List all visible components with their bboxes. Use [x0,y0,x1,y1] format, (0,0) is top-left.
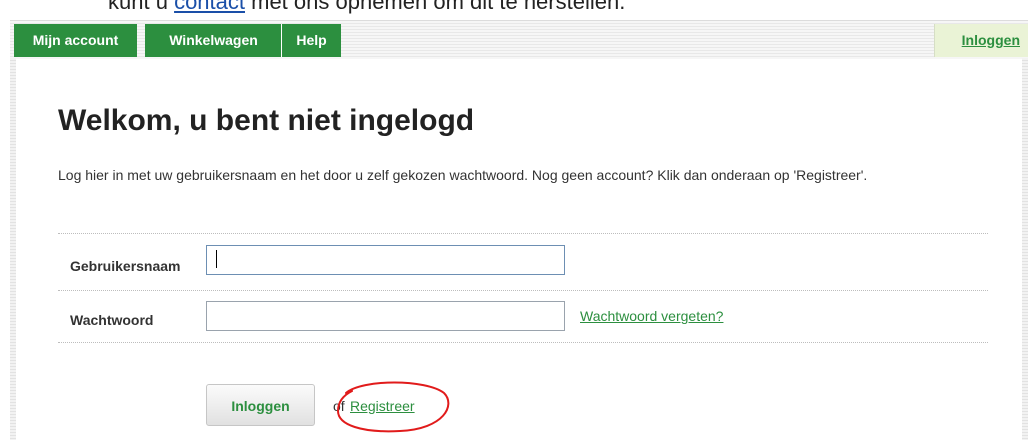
nav-login-link[interactable]: Inloggen [962,24,1020,57]
divider [58,233,988,234]
divider [58,342,988,343]
nav-login-area: Inloggen [934,24,1028,57]
username-input[interactable] [206,245,565,275]
tab-shopping-cart[interactable]: Winkelwagen [145,24,282,57]
password-label: Wachtwoord [70,312,154,328]
main-navigation: Mijn account Winkelwagen Help Inloggen [10,20,1028,59]
username-label: Gebruikersnaam [70,258,181,274]
forgot-password-link[interactable]: Wachtwoord vergeten? [580,308,723,324]
contact-link[interactable]: contact [174,0,245,14]
content-right-border [1022,58,1028,440]
tab-help[interactable]: Help [281,24,341,57]
content-left-border [10,58,16,440]
login-button[interactable]: Inloggen [206,384,315,426]
tab-my-account[interactable]: Mijn account [14,24,137,57]
top-notice: kunt u contact met ons opnemen om dit te… [108,0,625,15]
top-notice-suffix: met ons opnemen om dit te herstellen. [251,0,626,14]
password-input[interactable] [206,301,565,331]
red-annotation-circle-icon [336,381,450,433]
intro-text: Log hier in met uw gebruikersnaam en het… [58,167,868,183]
page-title: Welkom, u bent niet ingelogd [58,104,475,137]
text-caret [216,250,217,268]
divider [58,290,988,291]
top-notice-prefix: kunt u [108,0,168,14]
